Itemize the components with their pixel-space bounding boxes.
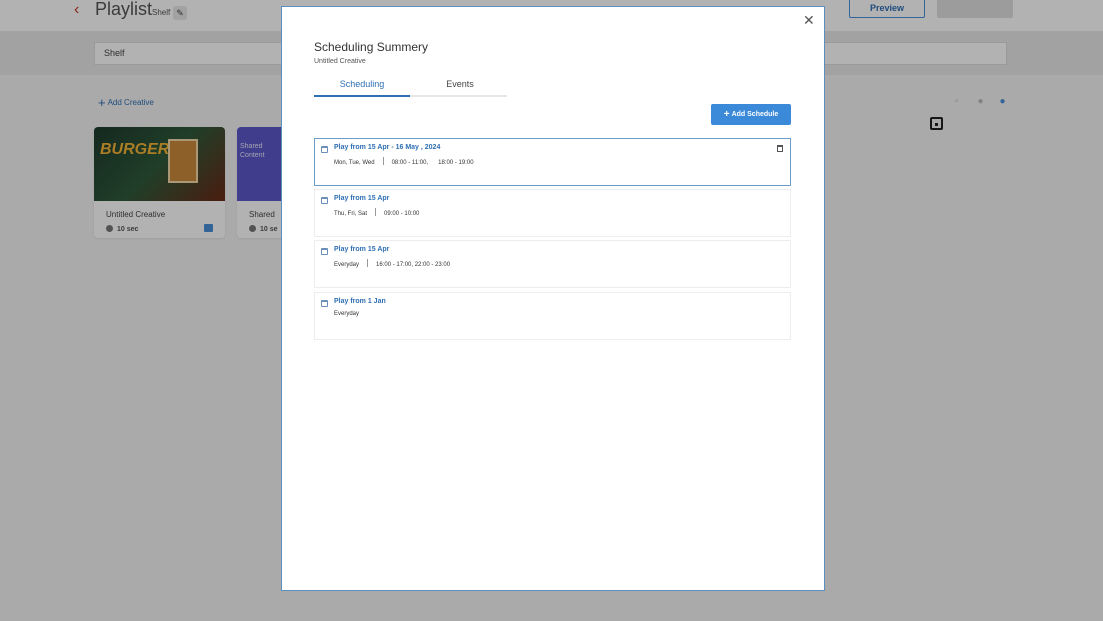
schedule-item[interactable]: Play from 15 Apr Thu, Fri, Sat 09:00 - 10… — [314, 189, 791, 237]
close-icon[interactable]: ✕ — [803, 12, 815, 29]
schedule-days: Mon, Tue, Wed — [334, 160, 375, 166]
schedule-item[interactable]: Play from 15 Apr - 16 May , 2024 Mon, Tu… — [314, 138, 791, 186]
calendar-icon — [321, 248, 328, 255]
add-schedule-button[interactable]: + Add Schedule — [711, 104, 791, 125]
schedule-title: Play from 15 Apr — [334, 195, 390, 202]
scheduling-summary-dialog: ✕ Scheduling Summery Untitled Creative S… — [281, 6, 825, 591]
divider — [367, 259, 369, 267]
tab-scheduling[interactable]: Scheduling — [314, 79, 410, 97]
dialog-title: Scheduling Summery — [314, 40, 429, 54]
dialog-subtitle: Untitled Creative — [314, 58, 366, 65]
calendar-icon — [321, 300, 328, 307]
schedule-days: Everyday — [334, 311, 360, 317]
schedule-details: Thu, Fri, Sat 09:00 - 10:00 — [334, 208, 419, 217]
schedule-time: 08:00 - 11:00, — [391, 160, 429, 166]
schedule-title: Play from 15 Apr - 16 May , 2024 — [334, 144, 441, 151]
schedule-days: Everyday — [334, 262, 360, 268]
schedule-item[interactable]: Play from 1 Jan Everyday — [314, 292, 791, 340]
schedule-details: Everyday 16:00 - 17:00, 22:00 - 23:00 — [334, 259, 450, 268]
schedule-title: Play from 15 Apr — [334, 246, 390, 253]
delete-icon[interactable] — [777, 145, 783, 152]
calendar-icon — [321, 146, 328, 153]
divider — [375, 208, 377, 216]
schedule-days: Thu, Fri, Sat — [334, 211, 368, 217]
schedule-time: 18:00 - 19:00 — [438, 160, 474, 166]
calendar-icon — [321, 197, 328, 204]
schedule-time: 16:00 - 17:00, 22:00 - 23:00 — [376, 262, 451, 268]
schedule-details: Mon, Tue, Wed 08:00 - 11:00, 18:00 - 19:00 — [334, 157, 474, 166]
schedule-title: Play from 1 Jan — [334, 298, 386, 305]
schedule-item[interactable]: Play from 15 Apr Everyday 16:00 - 17:00, … — [314, 240, 791, 288]
divider — [382, 157, 384, 165]
schedule-details: Everyday — [334, 311, 359, 317]
tab-bar: Scheduling Events — [314, 79, 507, 97]
add-schedule-label: Add Schedule — [731, 111, 779, 118]
schedule-time: 09:00 - 10:00 — [384, 211, 420, 217]
plus-icon: + — [723, 109, 730, 120]
tab-events[interactable]: Events — [412, 79, 508, 97]
